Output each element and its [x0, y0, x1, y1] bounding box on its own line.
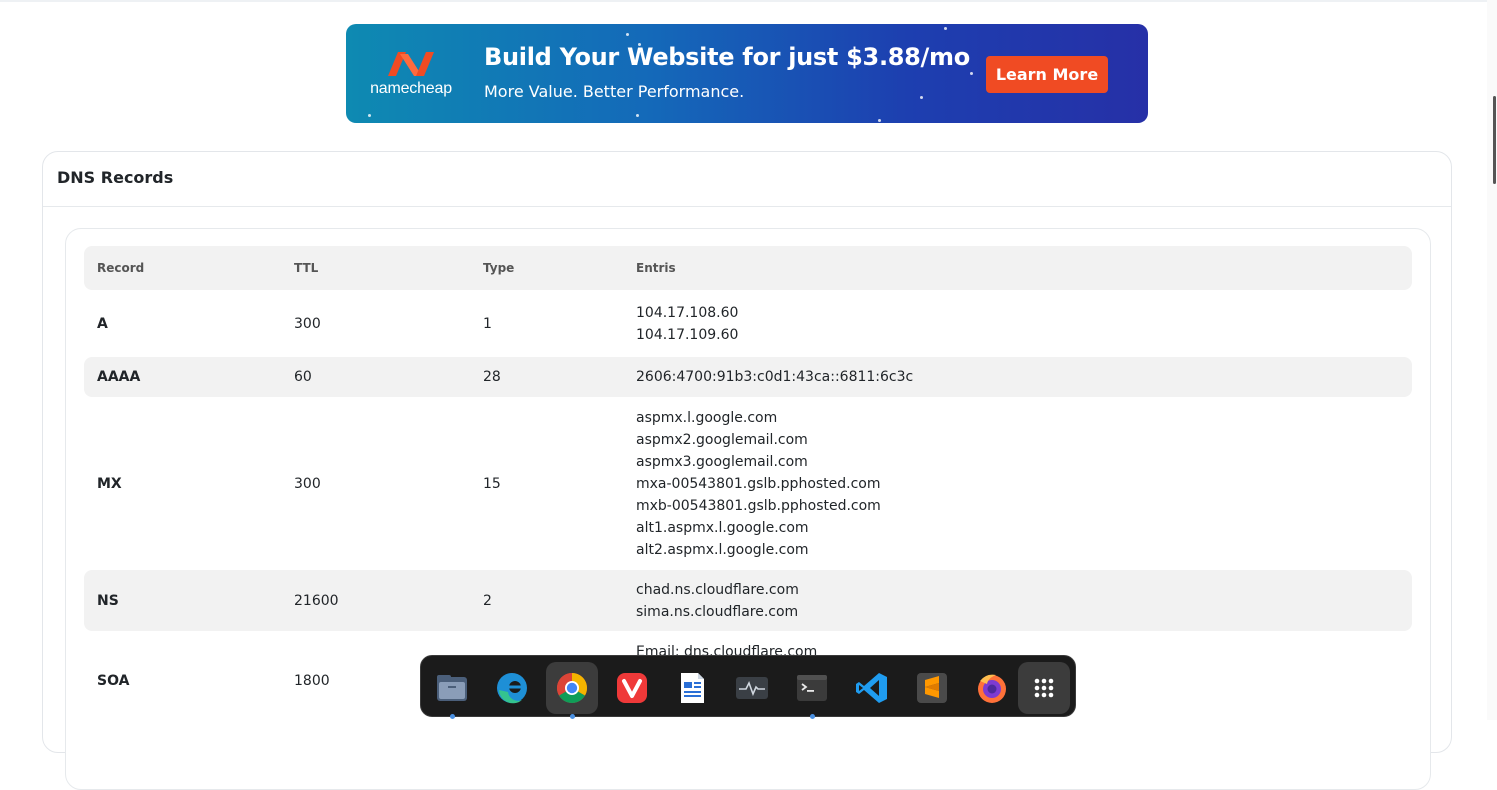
banner-star [970, 72, 973, 75]
namecheap-wordmark: namecheap [370, 80, 452, 97]
entries-cell: 104.17.108.60 104.17.109.60 [636, 290, 1412, 357]
entries-cell: 2606:4700:91b3:c0d1:43ca::6811:6c3c [636, 357, 1412, 397]
dock-app-vivaldi[interactable] [606, 662, 658, 714]
files-icon [437, 675, 467, 701]
learn-more-button[interactable]: Learn More [986, 56, 1108, 93]
namecheap-ad-banner[interactable]: namecheap Build Your Website for just $3… [346, 24, 1148, 123]
firefox-icon [978, 674, 1006, 703]
table-row: NS 21600 2 chad.ns.cloudflare.com sima.n… [84, 570, 1412, 631]
dock-app-vscode[interactable] [846, 662, 898, 714]
entry-value: alt1.aspmx.l.google.com [636, 519, 809, 536]
banner-star [944, 27, 947, 30]
record-cell: NS [84, 570, 294, 631]
running-indicator [570, 714, 575, 719]
top-divider [0, 0, 1497, 2]
column-header-record: Record [84, 246, 294, 290]
dock-app-chrome[interactable] [546, 662, 598, 719]
entry-value: aspmx2.googlemail.com [636, 431, 808, 448]
table-row: AAAA 60 28 2606:4700:91b3:c0d1:43ca::681… [84, 357, 1412, 397]
entry-value: 2606:4700:91b3:c0d1:43ca::6811:6c3c [636, 369, 914, 385]
ttl-cell: 300 [294, 475, 321, 492]
dock-app-sublime-text[interactable] [906, 662, 958, 714]
table-row: A 300 1 104.17.108.60 104.17.109.60 [84, 290, 1412, 357]
record-cell: AAAA [84, 357, 294, 397]
banner-subline: More Value. Better Performance. [484, 82, 745, 101]
app-grid-icon [1034, 678, 1054, 698]
entry-value: mxb-00543801.gslb.pphosted.com [636, 497, 881, 514]
namecheap-logo: namecheap [368, 48, 454, 100]
type-cell: 1 [483, 315, 492, 332]
entry-value: mxa-00543801.gslb.pphosted.com [636, 475, 881, 492]
dock-app-text-editor[interactable] [666, 662, 718, 714]
entries-cell: chad.ns.cloudflare.com sima.ns.cloudflar… [636, 570, 1412, 631]
type-cell: 2 [483, 570, 636, 631]
banner-headline: Build Your Website for just $3.88/mo [484, 43, 970, 71]
dock-app-system-monitor[interactable] [726, 662, 778, 714]
page-scrollbar-thumb[interactable] [1493, 96, 1496, 184]
column-header-entries: Entris [636, 246, 1412, 290]
dock-app-files[interactable] [426, 662, 478, 719]
entry-value: chad.ns.cloudflare.com [636, 581, 799, 598]
namecheap-n-icon [388, 52, 434, 76]
banner-star [878, 119, 881, 122]
text-editor-icon [681, 673, 704, 703]
record-cell: A [97, 315, 108, 332]
type-cell: 15 [483, 475, 501, 492]
entry-value: sima.ns.cloudflare.com [636, 603, 799, 620]
type-cell: 28 [483, 357, 636, 397]
dock-app-terminal[interactable] [786, 662, 838, 719]
column-header-type: Type [483, 246, 636, 290]
terminal-icon [797, 675, 827, 701]
banner-star [920, 96, 923, 99]
dock-app-grid[interactable] [1018, 662, 1070, 714]
entries-cell: aspmx.l.google.com aspmx2.googlemail.com… [636, 397, 1412, 570]
banner-star [636, 114, 639, 117]
vivaldi-icon [617, 673, 647, 703]
running-indicator [450, 714, 455, 719]
banner-star [626, 33, 629, 36]
banner-star [368, 114, 371, 117]
record-cell: SOA [97, 673, 130, 689]
chrome-icon [556, 673, 588, 704]
running-indicator [810, 714, 815, 719]
card-title: DNS Records [57, 168, 174, 187]
vscode-icon [856, 673, 887, 703]
table-header-row: Record TTL Type Entris [84, 246, 1412, 290]
ttl-cell: 60 [294, 357, 483, 397]
table-row: MX 300 15 aspmx.l.google.com aspmx2.goog… [84, 397, 1412, 570]
entry-value: alt2.aspmx.l.google.com [636, 541, 809, 558]
app-dock [420, 655, 1076, 719]
dock-app-firefox[interactable] [966, 662, 1018, 714]
entry-value: 104.17.109.60 [636, 326, 739, 343]
ttl-cell: 300 [294, 315, 321, 332]
entry-value: aspmx3.googlemail.com [636, 453, 808, 470]
column-header-ttl: TTL [294, 246, 483, 290]
edge-icon [497, 673, 527, 704]
sublime-text-icon [917, 673, 947, 703]
card-header: DNS Records [43, 152, 1451, 207]
ttl-cell: 21600 [294, 570, 483, 631]
entry-value: 104.17.108.60 [636, 304, 739, 321]
record-cell: MX [97, 475, 122, 492]
system-monitor-icon [736, 677, 768, 699]
dock-app-edge[interactable] [486, 662, 538, 714]
entry-value: aspmx.l.google.com [636, 409, 778, 426]
